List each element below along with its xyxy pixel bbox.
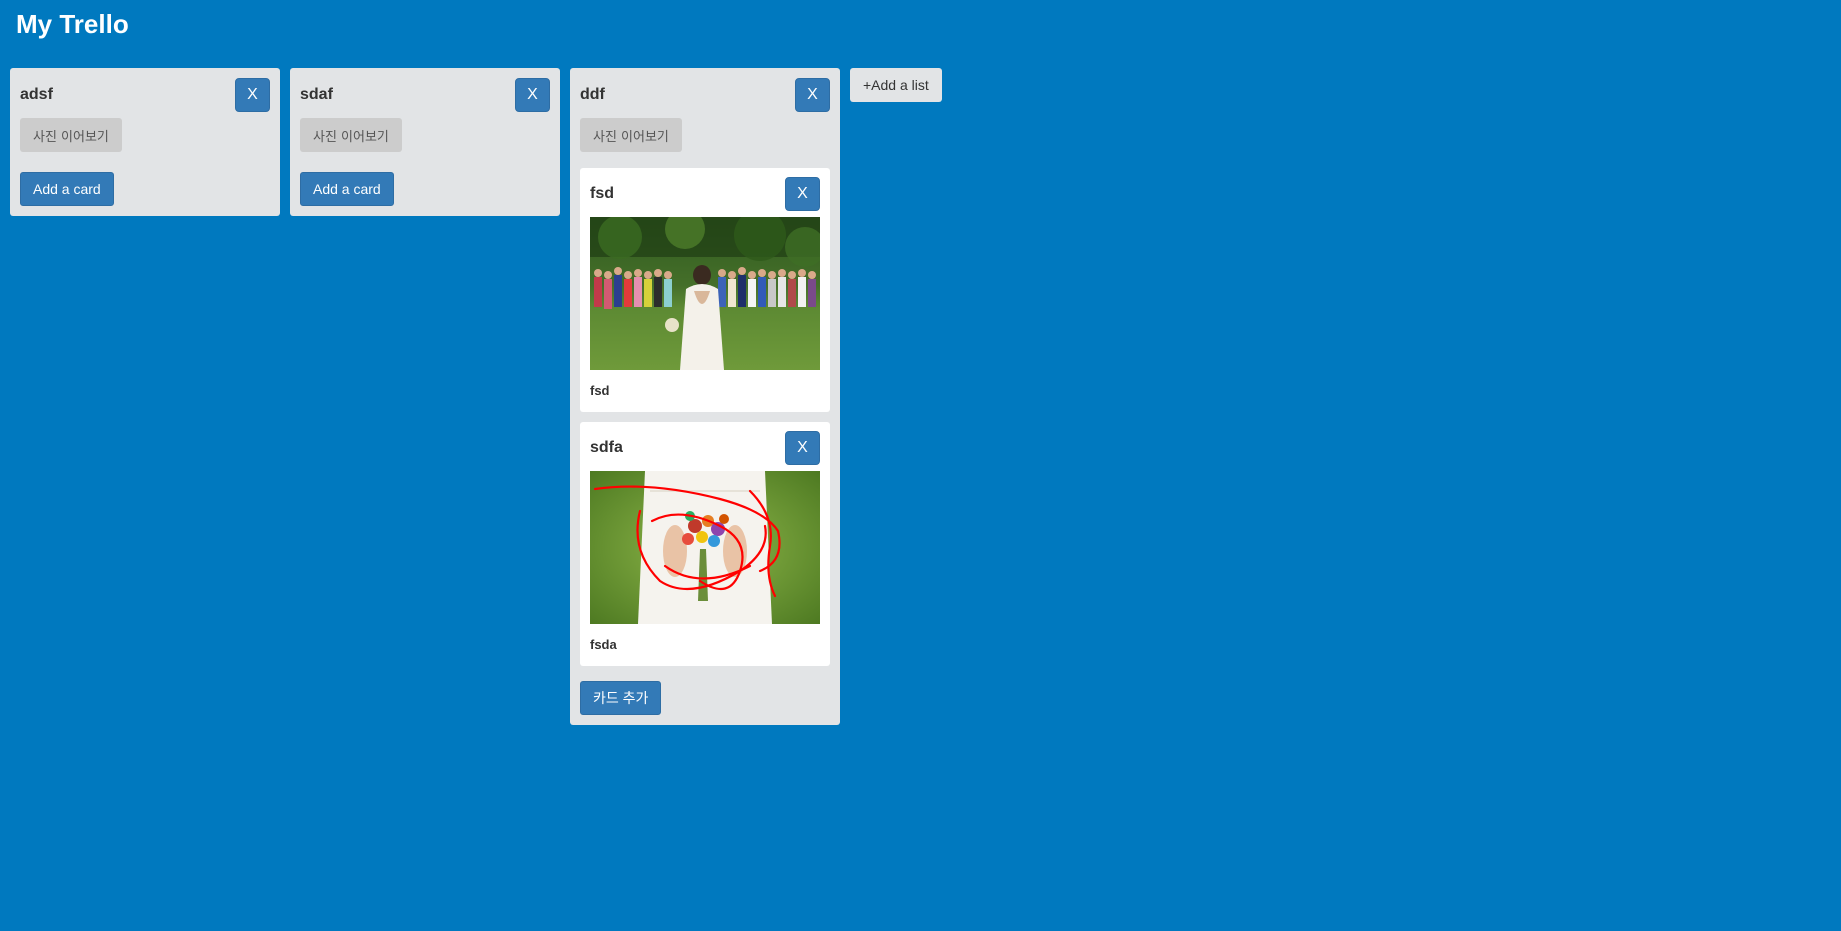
card-header: sdfa X [590,431,820,465]
add-card-button[interactable]: Add a card [20,172,114,206]
view-photos-button[interactable]: 사진 이어보기 [580,118,682,152]
add-card-button[interactable]: 카드 추가 [580,681,662,715]
app-title: My Trello [16,9,129,39]
delete-list-button[interactable]: X [795,78,830,112]
list-title: ddf [580,86,605,103]
card-header: fsd X [590,177,820,211]
add-card-button[interactable]: Add a card [300,172,394,206]
add-list-button[interactable]: +Add a list [850,68,942,102]
list-sdaf: sdaf X 사진 이어보기 Add a card [290,68,560,216]
list-adsf: adsf X 사진 이어보기 Add a card [10,68,280,216]
wedding-crowd-photo [590,217,820,370]
list-ddf: ddf X 사진 이어보기 fsd X fsd sdfa X fsda 카드 추… [570,68,840,725]
delete-list-button[interactable]: X [515,78,550,112]
delete-list-button[interactable]: X [235,78,270,112]
list-title: sdaf [300,86,333,103]
board: adsf X 사진 이어보기 Add a card sdaf X 사진 이어보기… [10,68,942,725]
card-description: fsd [590,383,610,398]
card-sdfa[interactable]: sdfa X fsda [580,422,830,666]
delete-card-button[interactable]: X [785,177,820,211]
card-title: fsd [590,185,614,202]
list-header: sdaf X [300,78,550,112]
view-photos-button[interactable]: 사진 이어보기 [300,118,402,152]
card-title: sdfa [590,439,623,456]
delete-card-button[interactable]: X [785,431,820,465]
list-header: ddf X [580,78,830,112]
view-photos-button[interactable]: 사진 이어보기 [20,118,122,152]
card-description: fsda [590,637,617,652]
card-list: fsd X fsd sdfa X fsda [580,168,830,666]
list-title: adsf [20,86,53,103]
bridal-bouquet-photo [590,471,820,624]
card-fsd[interactable]: fsd X fsd [580,168,830,412]
list-header: adsf X [20,78,270,112]
